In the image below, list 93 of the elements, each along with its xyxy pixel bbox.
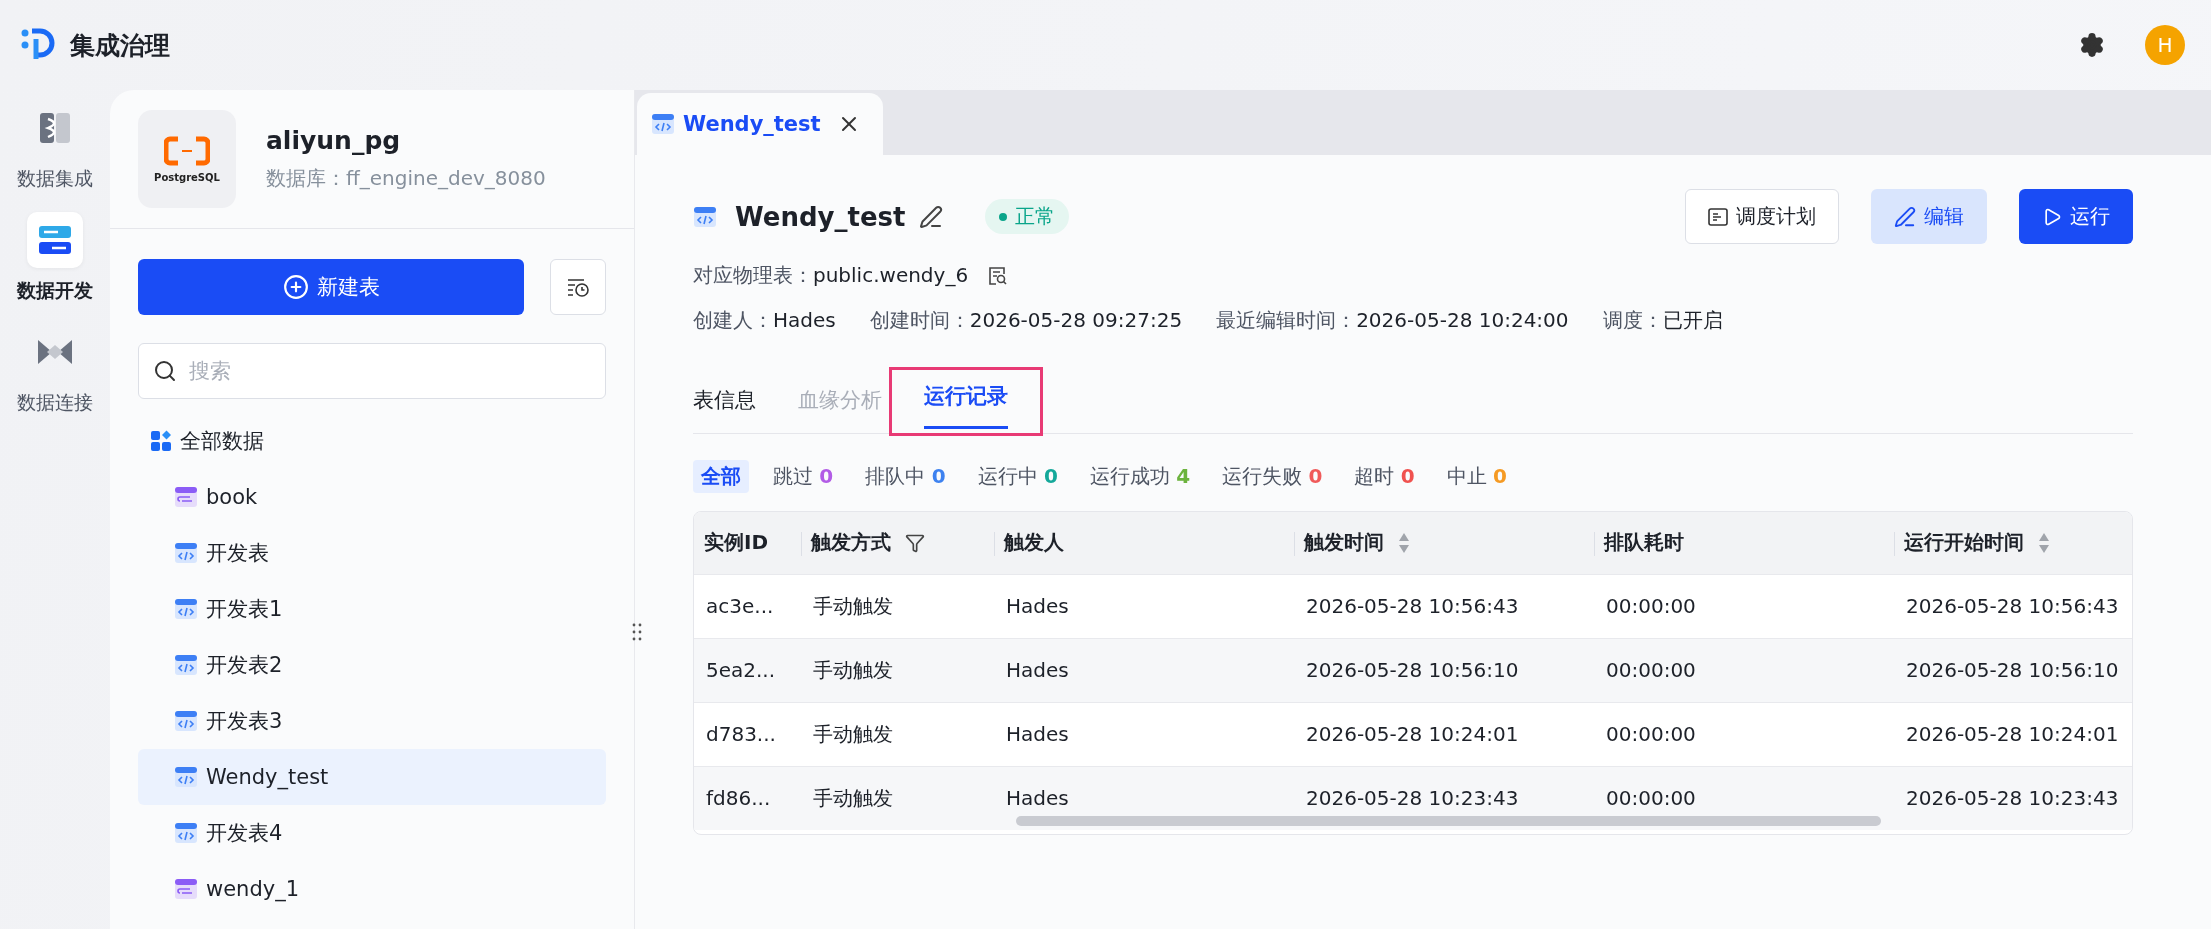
meta-info: 创建时间：2026-05-28 09:27:25 — [869, 307, 1183, 334]
tree-item[interactable]: wendy_1 — [138, 861, 606, 917]
search-icon — [153, 359, 177, 383]
nav-item[interactable]: 数据开发 — [17, 212, 93, 304]
nav-item[interactable]: 数据连接 — [17, 324, 93, 416]
history-button[interactable] — [550, 259, 606, 315]
edit-icon — [1894, 205, 1916, 228]
grid-icon — [150, 430, 172, 452]
new-table-button[interactable]: 新建表 — [138, 259, 524, 315]
tree-item[interactable]: book — [138, 469, 606, 525]
source-name: aliyun_pg — [266, 126, 402, 155]
tree-item[interactable]: 开发表4 — [138, 805, 606, 861]
status-filter[interactable]: 排队中 0 — [857, 460, 954, 493]
table-cell: fd86... — [694, 766, 801, 830]
column-header: 触发人 — [994, 512, 1294, 574]
edit-button[interactable]: 编辑 — [1871, 189, 1987, 244]
status-filter[interactable]: 运行中 0 — [969, 460, 1066, 493]
table-cell: 2026-05-28 10:56:10 — [1894, 638, 2132, 702]
rename-icon[interactable] — [919, 204, 944, 229]
table-cell: 2026-05-28 10:56:43 — [1294, 574, 1594, 638]
tree-item[interactable]: 开发表1 — [138, 581, 606, 637]
section-tab[interactable]: 表信息 — [693, 374, 756, 433]
table-cell: 手动触发 — [801, 574, 994, 638]
filter-icon[interactable] — [905, 532, 925, 553]
plus-circle-icon — [282, 274, 309, 300]
status-badge: 正常 — [985, 199, 1070, 234]
table-cell: d783... — [694, 702, 801, 766]
meta-info: 调度：已开启 — [1602, 307, 1723, 334]
tree-item[interactable]: Wendy_test — [138, 749, 606, 805]
settings-button[interactable] — [2079, 32, 2105, 58]
code-table-icon — [174, 766, 198, 788]
tree-root[interactable]: 全部数据 — [138, 413, 606, 469]
develop-icon — [38, 225, 72, 255]
list-clock-icon — [566, 276, 590, 298]
table-cell: 5ea2... — [694, 638, 801, 702]
table-cell: 2026-05-28 10:56:10 — [1294, 638, 1594, 702]
table-cell: 00:00:00 — [1594, 574, 1894, 638]
editor-tab[interactable]: Wendy_test — [637, 93, 883, 155]
status-filter[interactable]: 中止 0 — [1438, 460, 1515, 493]
nav-item[interactable]: 数据集成 — [17, 100, 93, 192]
table-cell: 2026-05-28 10:24:01 — [1894, 702, 2132, 766]
code-table-icon — [693, 205, 717, 228]
column-header: 排队耗时 — [1594, 512, 1894, 574]
database-label: 数据库：ff_engine_dev_8080 — [266, 165, 546, 192]
code-table-icon — [174, 654, 198, 676]
tree-item[interactable]: 开发表 — [138, 525, 606, 581]
table-cell: ac3e... — [694, 574, 801, 638]
table-cell: 手动触发 — [801, 766, 994, 830]
table-icon — [174, 878, 198, 900]
code-table-icon — [174, 598, 198, 620]
code-table-icon — [174, 822, 198, 844]
run-button[interactable]: 运行 — [2019, 189, 2133, 244]
tree-item[interactable]: 开发表3 — [138, 693, 606, 749]
section-tab[interactable]: 运行记录 — [892, 370, 1040, 433]
status-filter[interactable]: 运行成功 4 — [1081, 460, 1199, 493]
status-filter[interactable]: 运行失败 0 — [1214, 460, 1331, 493]
status-filter[interactable]: 超时 0 — [1346, 460, 1423, 493]
table-cell: 00:00:00 — [1594, 702, 1894, 766]
column-header: 实例ID — [694, 512, 801, 574]
table-cell: 2026-05-28 10:56:43 — [1894, 574, 2132, 638]
tree-item[interactable]: 开发表2 — [138, 637, 606, 693]
table-cell: Hades — [994, 574, 1294, 638]
meta-info: 创建人：Hades — [693, 307, 836, 334]
play-icon — [2042, 206, 2062, 227]
cloud-logo-icon — [164, 135, 210, 166]
column-header: 触发方式 — [801, 512, 994, 574]
code-table-icon — [174, 710, 198, 732]
connection-icon — [37, 337, 73, 367]
horizontal-scrollbar[interactable] — [1016, 816, 1881, 826]
table-cell: 00:00:00 — [1594, 638, 1894, 702]
table-cell: Hades — [994, 638, 1294, 702]
meta-info: 最近编辑时间：2026-05-28 10:24:00 — [1216, 307, 1569, 334]
physical-table-info: 对应物理表：public.wendy_6 — [693, 262, 969, 289]
preview-icon[interactable] — [988, 265, 1009, 286]
logo-label: PostgreSQL — [154, 171, 220, 183]
schedule-icon — [1708, 207, 1728, 226]
table-cell: Hades — [994, 702, 1294, 766]
code-table-icon — [174, 542, 198, 564]
column-header: 运行开始时间 — [1894, 512, 2132, 574]
column-header: 触发时间 — [1294, 512, 1594, 574]
table-cell: 2026-05-28 10:23:43 — [1894, 766, 2132, 830]
code-table-icon — [651, 113, 675, 135]
integration-icon — [38, 111, 72, 145]
table-cell: 2026-05-28 10:24:01 — [1294, 702, 1594, 766]
schedule-button[interactable]: 调度计划 — [1685, 189, 1839, 244]
search-field[interactable]: 搜索 — [138, 343, 606, 399]
status-filter[interactable]: 全部 — [693, 460, 749, 493]
table-icon — [174, 486, 198, 508]
status-filter[interactable]: 跳过 0 — [765, 460, 842, 493]
table-cell: 手动触发 — [801, 702, 994, 766]
table-cell: 手动触发 — [801, 638, 994, 702]
table-title: Wendy_test — [735, 201, 906, 232]
app-title: 集成治理 — [70, 29, 170, 62]
